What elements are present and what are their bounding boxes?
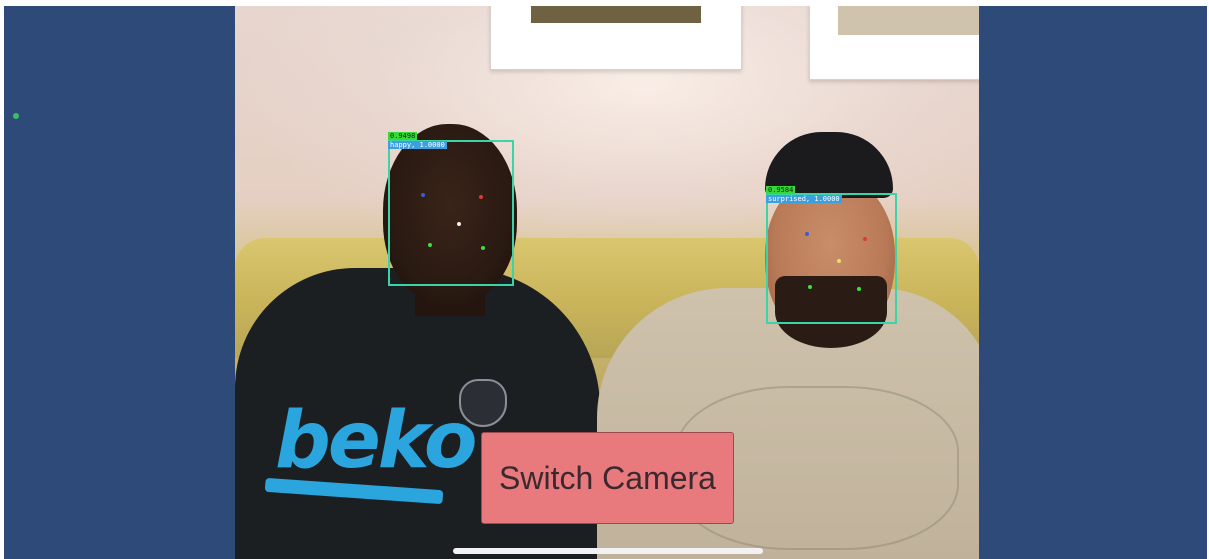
landmark-mouth-right — [481, 246, 485, 250]
landmark-right-eye — [479, 195, 483, 199]
wall-picture-frame-right — [809, 6, 979, 80]
face-id-label: 0.9498 — [388, 132, 418, 140]
wall-picture-frame-left — [490, 6, 742, 70]
wall-picture-right — [838, 6, 979, 35]
emotion-label: happy, 1.0000 — [388, 141, 447, 149]
face-bounding-box — [766, 193, 897, 324]
landmark-nose — [457, 222, 461, 226]
club-crest-icon — [459, 379, 507, 427]
switch-camera-button[interactable]: Switch Camera — [481, 432, 734, 524]
face-bounding-box — [388, 140, 514, 286]
app-screen: beko 0.9498 happy, 1.0000 0.9584 surpris… — [4, 6, 1207, 559]
landmark-mouth-left — [808, 285, 812, 289]
landmark-mouth-left — [428, 243, 432, 247]
face-id-label: 0.9584 — [766, 186, 796, 194]
landmark-nose — [837, 259, 841, 263]
status-dot-icon — [13, 113, 19, 119]
landmark-left-eye — [421, 193, 425, 197]
landmark-right-eye — [863, 237, 867, 241]
landmark-left-eye — [805, 232, 809, 236]
shirt-print-text: beko — [275, 396, 477, 486]
emotion-label: surprised, 1.0000 — [766, 195, 842, 203]
landmark-mouth-right — [857, 287, 861, 291]
wall-picture-left — [531, 6, 701, 23]
home-indicator[interactable] — [453, 548, 763, 554]
